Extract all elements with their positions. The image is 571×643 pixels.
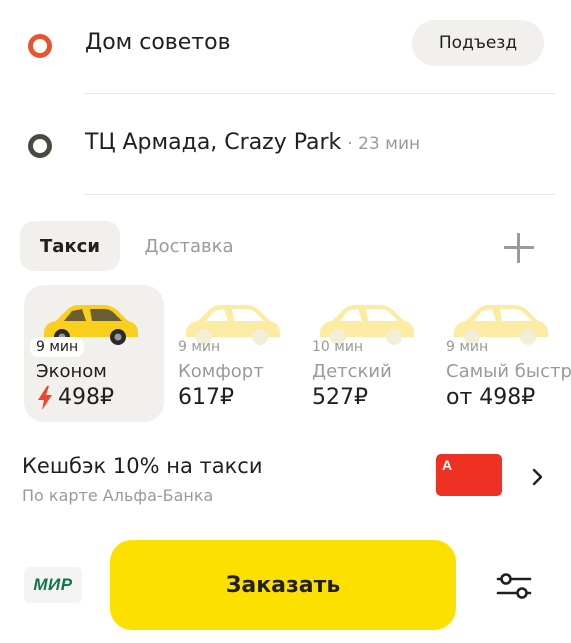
divider [85,194,556,195]
mir-logo: МИР [33,575,73,594]
tariff-card-econom[interactable]: 9 мин Эконом 498₽ [24,285,164,422]
tariff-price-row: 498₽ [36,385,114,410]
tariff-card-child[interactable]: 10 мин Детский 527₽ [300,285,440,422]
cashback-subtitle: По карте Альфа-Банка [22,486,214,505]
settings-button[interactable] [492,564,536,608]
tariff-price-row: 527₽ [312,385,368,410]
tariff-price: от 498₽ [446,385,536,410]
route-sheet: Дом советов Подъезд ТЦ Армада, Crazy Par… [0,0,571,430]
tariff-card-comfort[interactable]: 9 мин Комфорт 617₽ [166,285,306,422]
chevron-right-icon[interactable] [530,468,546,486]
origin-pin-icon [28,34,52,58]
alfa-bank-logo: А [442,457,453,473]
destination-address-text: ТЦ Армада, Crazy Park [85,130,342,155]
tariff-price: 498₽ [58,385,114,410]
tariff-name: Детский [312,361,392,382]
tariff-time: 9 мин [178,339,221,355]
payment-method-button[interactable]: МИР [24,567,82,603]
sliders-icon [496,573,532,599]
tab-delivery[interactable]: Доставка [134,221,244,271]
tariff-name: Комфорт [178,361,264,382]
destination-eta: · 23 мин [347,134,421,154]
entrance-button[interactable]: Подъезд [412,20,544,66]
tariff-price: 617₽ [178,385,234,410]
bottom-panel: Кешбэк 10% на такси По карте Альфа-Банка… [0,430,571,643]
origin-address[interactable]: Дом советов [85,30,231,55]
tariff-price: 527₽ [312,385,368,410]
add-stop-button[interactable] [500,228,540,268]
order-button[interactable]: Заказать [110,540,456,630]
destination-pin-icon [28,134,52,158]
tariff-time: 10 мин [312,339,364,355]
tariff-card-fastest[interactable]: 9 мин Самый быстрый от 498₽ [434,285,571,422]
tariff-price-row: 617₽ [178,385,234,410]
tariff-time: 9 мин [30,337,85,357]
tariff-name: Эконом [36,361,107,382]
tab-taxi[interactable]: Такси [20,221,120,271]
alfa-bank-card-icon: А [436,454,502,496]
cashback-title: Кешбэк 10% на такси [22,454,263,478]
lightning-icon [38,385,52,410]
tariff-price-row: от 498₽ [446,385,535,410]
tariff-time: 9 мин [446,339,489,355]
route-from-row[interactable]: Дом советов Подъезд [0,0,571,92]
tariff-name: Самый быстрый [446,361,571,382]
tariff-list: 9 мин Эконом 498₽ 9 мин Комфорт 617₽ 10 … [0,285,571,422]
destination-address[interactable]: ТЦ Армада, Crazy Park · 23 мин [85,130,420,155]
divider [85,93,556,94]
route-to-row[interactable]: ТЦ Армада, Crazy Park · 23 мин [0,100,571,263]
